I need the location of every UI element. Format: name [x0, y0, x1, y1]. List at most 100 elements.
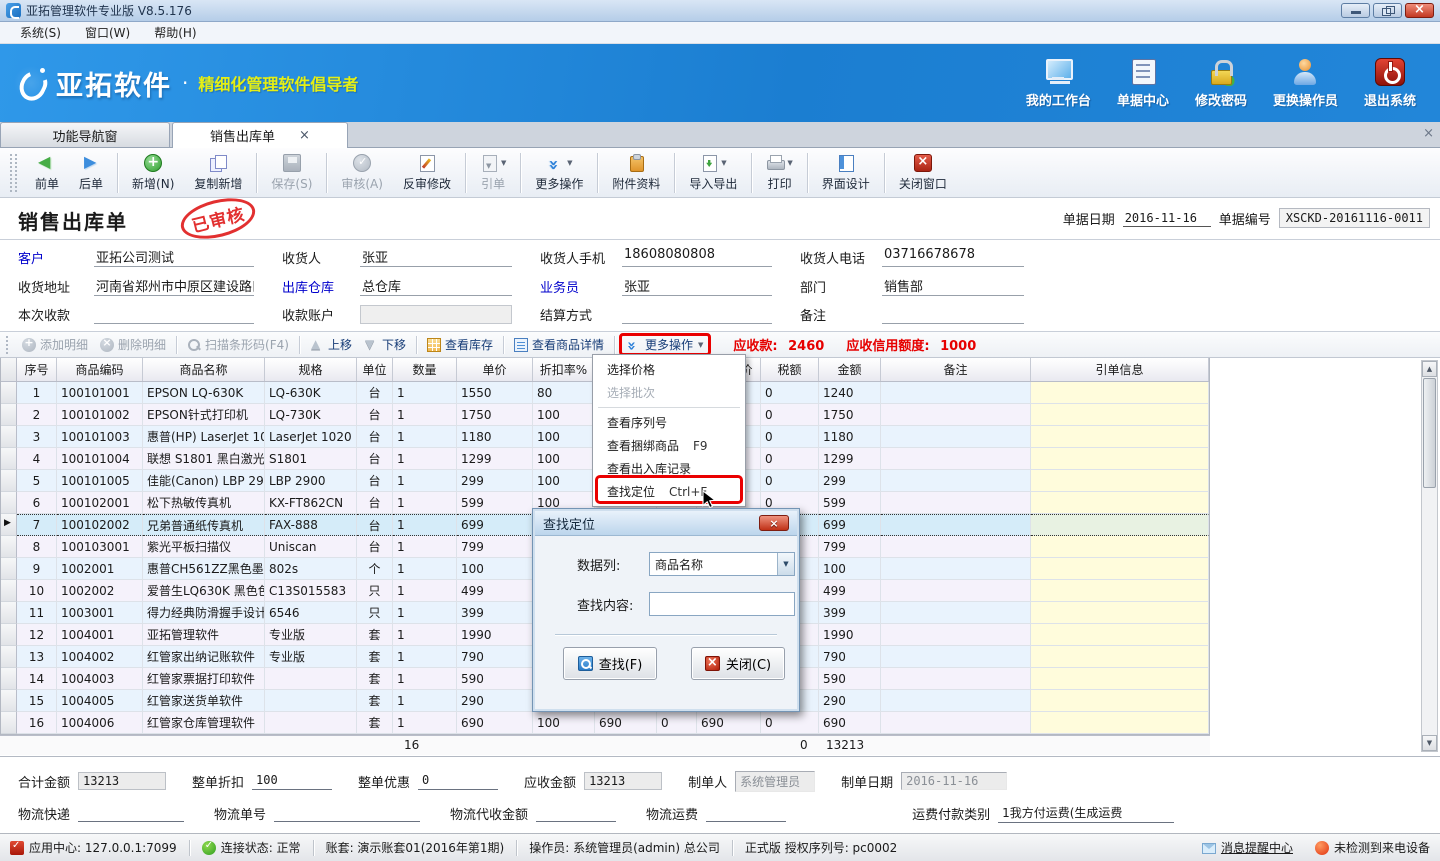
creator-value[interactable]: 系统管理员 [735, 771, 815, 792]
consignee-value[interactable]: 张亚 [360, 247, 512, 267]
row-selector[interactable]: ▶ [1, 514, 17, 536]
col-ref[interactable]: 引单信息 [1031, 358, 1209, 381]
consignee-mobile-value[interactable]: 18608080808 [622, 247, 772, 267]
import-export-button[interactable]: ▼导入导出 [679, 150, 747, 195]
row-selector[interactable] [1, 668, 17, 690]
col-tax[interactable]: 税额 [761, 358, 819, 381]
doc-date-value[interactable]: 2016-11-16 [1123, 210, 1211, 227]
row-selector[interactable] [1, 602, 17, 624]
copy-add-button[interactable]: 复制新增 [184, 150, 252, 195]
prev-doc-button[interactable]: 前单 [25, 150, 69, 195]
salesman-label[interactable]: 业务员 [540, 277, 622, 296]
menu-item-view-stock-records[interactable]: 查看出入库记录 [593, 457, 745, 480]
col-amt[interactable]: 金额 [819, 358, 881, 381]
data-column-select[interactable]: 商品名称 ▼ [649, 552, 795, 576]
minimize-button[interactable] [1341, 3, 1370, 18]
customer-value[interactable]: 亚拓公司测试 [94, 247, 254, 267]
menu-system[interactable]: 系统(S) [8, 22, 73, 43]
row-selector[interactable] [1, 690, 17, 712]
warehouse-value[interactable]: 总仓库 [360, 276, 512, 296]
scroll-down-icon[interactable]: ▼ [1422, 735, 1437, 751]
exit-system-button[interactable]: 退出系统 [1364, 58, 1416, 109]
consignee-phone-value[interactable]: 03716678678 [882, 247, 1024, 267]
col-price[interactable]: 单价 [457, 358, 533, 381]
combo-dropdown-icon[interactable]: ▼ [777, 553, 794, 575]
dialog-close-button[interactable]: × [759, 515, 789, 531]
doc-center-button[interactable]: 单据中心 [1117, 58, 1169, 109]
reverse-audit-button[interactable]: 反审修改 [393, 150, 461, 195]
more-operations-detail-button[interactable]: 更多操作▼ [619, 333, 711, 356]
tab-close-icon[interactable]: × [299, 128, 310, 143]
workbench-button[interactable]: 我的工作台 [1026, 58, 1091, 109]
create-date-value[interactable]: 2016-11-16 [901, 772, 1007, 790]
payment-account-value[interactable] [360, 305, 512, 324]
attachments-button[interactable]: 附件资料 [602, 150, 670, 195]
row-selector[interactable] [1, 404, 17, 426]
add-new-button[interactable]: 新增(N) [122, 150, 184, 195]
change-password-button[interactable]: 修改密码 [1195, 58, 1247, 109]
col-qty[interactable]: 数量 [393, 358, 457, 381]
scrollbar-thumb[interactable] [1423, 378, 1436, 488]
close-window-button[interactable]: 关闭窗口 [889, 150, 957, 195]
order-coupon-value[interactable]: 0 [418, 772, 498, 790]
col-unit[interactable]: 单位 [357, 358, 393, 381]
row-selector[interactable] [1, 558, 17, 580]
logistics-express-value[interactable] [78, 804, 184, 822]
logistics-cod-amount-value[interactable] [536, 804, 616, 822]
move-up-button[interactable]: 上移 [304, 334, 358, 355]
menu-window[interactable]: 窗口(W) [73, 22, 142, 43]
table-row[interactable]: 161004006红管家仓库管理软件套169010069006900690 [1, 712, 1209, 734]
menu-help[interactable]: 帮助(H) [142, 22, 208, 43]
menu-item-view-bundle[interactable]: 查看捆绑商品F9 [593, 434, 745, 457]
menu-item-find-locate[interactable]: 查找定位Ctrl+F [593, 480, 745, 503]
dialog-close-action-button[interactable]: 关闭(C) [691, 647, 785, 680]
tab-sales-outbound[interactable]: 销售出库单× [172, 122, 348, 148]
col-code[interactable]: 商品编码 [57, 358, 143, 381]
logistics-no-value[interactable] [274, 804, 420, 822]
vertical-scrollbar[interactable]: ▲ ▼ [1421, 360, 1438, 752]
move-down-button[interactable]: 下移 [358, 334, 412, 355]
salesman-value[interactable]: 张亚 [622, 276, 772, 296]
freight-pay-type-value[interactable]: 1我方付运费(生成运费 [998, 803, 1174, 823]
settlement-method-value[interactable] [622, 305, 772, 324]
scroll-up-icon[interactable]: ▲ [1422, 361, 1437, 377]
print-button[interactable]: ▼打印 [756, 150, 802, 195]
tab-nav-window[interactable]: 功能导航窗 [0, 122, 170, 147]
close-button[interactable] [1405, 3, 1434, 18]
tabstrip-close-icon[interactable]: × [1423, 126, 1434, 141]
receivable-amount-value[interactable]: 13213 [584, 772, 662, 790]
search-content-input[interactable] [649, 592, 795, 616]
col-spec[interactable]: 规格 [265, 358, 357, 381]
col-discrate[interactable]: 折扣率% [533, 358, 595, 381]
menu-item-select-price[interactable]: 选择价格 [593, 358, 745, 381]
ui-design-button[interactable]: 界面设计 [812, 150, 880, 195]
menu-item-view-serial-no[interactable]: 查看序列号 [593, 411, 745, 434]
view-product-detail-button[interactable]: 查看商品详情 [508, 334, 610, 355]
row-selector[interactable] [1, 536, 17, 558]
switch-operator-button[interactable]: 更换操作员 [1273, 58, 1338, 109]
message-center[interactable]: 消息提醒中心 [1202, 839, 1293, 856]
col-name[interactable]: 商品名称 [143, 358, 265, 381]
remark-value[interactable] [882, 305, 1024, 324]
row-selector[interactable] [1, 382, 17, 404]
customer-label[interactable]: 客户 [18, 248, 94, 267]
logistics-freight-value[interactable] [706, 804, 786, 822]
row-selector[interactable] [1, 712, 17, 734]
current-payment-value[interactable] [94, 305, 254, 324]
row-selector[interactable] [1, 580, 17, 602]
row-selector[interactable] [1, 426, 17, 448]
find-button[interactable]: 查找(F) [563, 647, 657, 680]
warehouse-label[interactable]: 出库仓库 [282, 277, 360, 296]
department-value[interactable]: 销售部 [882, 276, 1024, 296]
restore-button[interactable] [1373, 3, 1402, 18]
next-doc-button[interactable]: 后单 [69, 150, 113, 195]
view-stock-button[interactable]: 查看库存 [421, 334, 499, 355]
row-selector[interactable] [1, 448, 17, 470]
row-selector[interactable] [1, 646, 17, 668]
col-seq[interactable]: 序号 [17, 358, 57, 381]
more-operations-button[interactable]: ▼更多操作 [525, 150, 593, 195]
row-selector[interactable] [1, 470, 17, 492]
col-remark[interactable]: 备注 [881, 358, 1031, 381]
dialog-titlebar[interactable]: 查找定位 × [535, 511, 797, 536]
ship-address-value[interactable]: 河南省郑州市中原区建设路口 [94, 276, 254, 296]
